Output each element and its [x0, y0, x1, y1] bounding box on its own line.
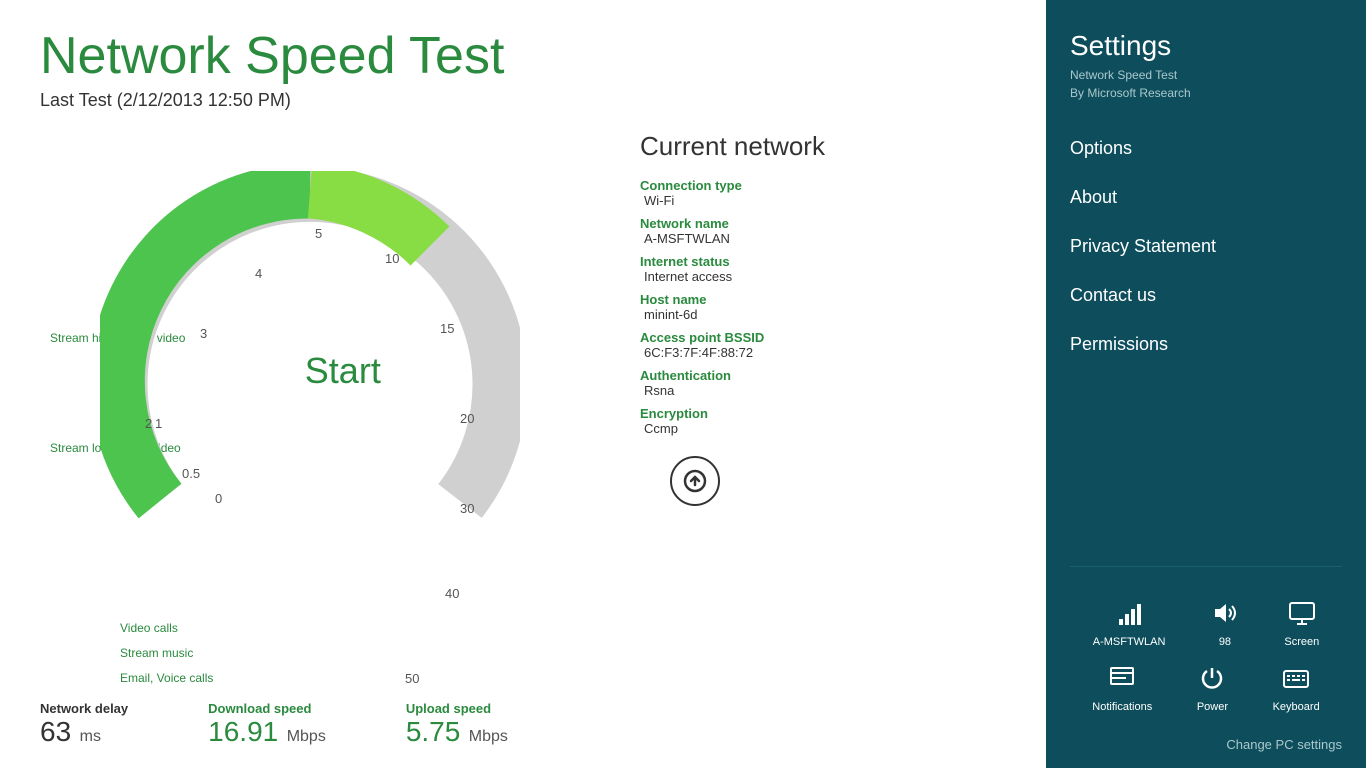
upload-value: 5.75 [406, 716, 461, 747]
net-field-bssid: Access point BSSID 6C:F3:7F:4F:88:72 [640, 330, 1006, 360]
gauge-num-50: 50 [405, 671, 419, 686]
taskbar-row-2: Notifications Power [1070, 664, 1342, 713]
sidebar-item-permissions[interactable]: Permissions [1070, 320, 1342, 369]
download-label: Download speed [208, 701, 326, 716]
power-icon [1198, 664, 1226, 697]
content-area: Stream high-quality video Stream low-qua… [40, 131, 1006, 561]
taskbar-power[interactable]: Power [1197, 664, 1228, 713]
gauge-num-20: 20 [460, 411, 474, 426]
net-field-connection-type-label: Connection type Wi-Fi [640, 178, 1006, 208]
sidebar-divider [1070, 566, 1342, 567]
gauge-num-1: 1 [155, 416, 162, 431]
wifi-label: A-MSFTWLAN [1093, 636, 1166, 648]
volume-label: 98 [1219, 636, 1231, 648]
gauge-num-2: 2 [145, 416, 152, 431]
network-delay-unit: ms [80, 728, 101, 745]
sidebar-app-name: Network Speed Test [1070, 68, 1342, 82]
sidebar-item-about[interactable]: About [1070, 173, 1342, 222]
main-content: Network Speed Test Last Test (2/12/2013 … [0, 0, 1046, 768]
upload-unit: Mbps [469, 728, 508, 745]
settings-title: Settings [1070, 30, 1342, 62]
taskbar-screen[interactable]: Screen [1284, 599, 1319, 648]
last-test-label: Last Test (2/12/2013 12:50 PM) [40, 90, 1006, 111]
wifi-icon [1115, 599, 1143, 632]
gauge-num-10: 10 [385, 251, 399, 266]
screen-label: Screen [1284, 636, 1319, 648]
notifications-icon [1108, 664, 1136, 697]
stat-download: Download speed 16.91 Mbps [208, 701, 326, 748]
gauge-num-05: 0.5 [182, 466, 200, 481]
taskbar-keyboard[interactable]: Keyboard [1273, 664, 1320, 713]
net-field-network-name: Network name A-MSFTWLAN [640, 216, 1006, 246]
net-field-internet-status: Internet status Internet access [640, 254, 1006, 284]
gauge-num-15: 15 [440, 321, 454, 336]
activity-music: Stream music [120, 646, 193, 660]
gauge-num-4: 4 [255, 266, 262, 281]
network-delay-label: Network delay [40, 701, 128, 716]
sidebar-item-contact[interactable]: Contact us [1070, 271, 1342, 320]
download-unit: Mbps [287, 728, 326, 745]
sidebar: Settings Network Speed Test By Microsoft… [1046, 0, 1366, 768]
sidebar-app-by: By Microsoft Research [1070, 86, 1342, 100]
notifications-label: Notifications [1092, 701, 1152, 713]
keyboard-icon [1282, 664, 1310, 697]
stat-upload: Upload speed 5.75 Mbps [406, 701, 508, 748]
upload-label: Upload speed [406, 701, 508, 716]
download-value: 16.91 [208, 716, 278, 747]
gauge-num-3: 3 [200, 326, 207, 341]
gauge-num-40: 40 [445, 586, 459, 601]
net-field-host-name: Host name minint-6d [640, 292, 1006, 322]
screen-icon [1288, 599, 1316, 632]
sidebar-item-options[interactable]: Options [1070, 124, 1342, 173]
network-section-title: Current network [640, 131, 1006, 162]
taskbar-notifications[interactable]: Notifications [1092, 664, 1152, 713]
gauge-num-5: 5 [315, 226, 322, 241]
network-info: Current network Connection type Wi-Fi Ne… [640, 131, 1006, 506]
speedometer: Stream high-quality video Stream low-qua… [40, 131, 600, 561]
stats-bottom: Network delay 63 ms Download speed 16.91… [40, 701, 508, 748]
sidebar-item-privacy[interactable]: Privacy Statement [1070, 222, 1342, 271]
taskbar-row-1: A-MSFTWLAN 98 [1070, 599, 1342, 648]
activity-email: Email, Voice calls [120, 671, 213, 685]
network-delay-value: 63 [40, 716, 71, 747]
activity-video-calls: Video calls [120, 621, 178, 635]
stat-network-delay: Network delay 63 ms [40, 701, 128, 748]
sidebar-menu: Options About Privacy Statement Contact … [1070, 124, 1342, 550]
gauge-num-30: 30 [460, 501, 474, 516]
taskbar: A-MSFTWLAN 98 [1070, 583, 1342, 737]
taskbar-volume[interactable]: 98 [1211, 599, 1239, 648]
volume-icon [1211, 599, 1239, 632]
change-pc-settings[interactable]: Change PC settings [1070, 737, 1342, 768]
upload-button[interactable] [670, 456, 720, 506]
net-field-encryption: Encryption Ccmp [640, 406, 1006, 436]
gauge-num-0: 0 [215, 491, 222, 506]
start-button[interactable]: Start [305, 350, 381, 392]
app-title: Network Speed Test [40, 30, 1006, 82]
net-field-authentication: Authentication Rsna [640, 368, 1006, 398]
taskbar-wifi[interactable]: A-MSFTWLAN [1093, 599, 1166, 648]
power-label: Power [1197, 701, 1228, 713]
keyboard-label: Keyboard [1273, 701, 1320, 713]
